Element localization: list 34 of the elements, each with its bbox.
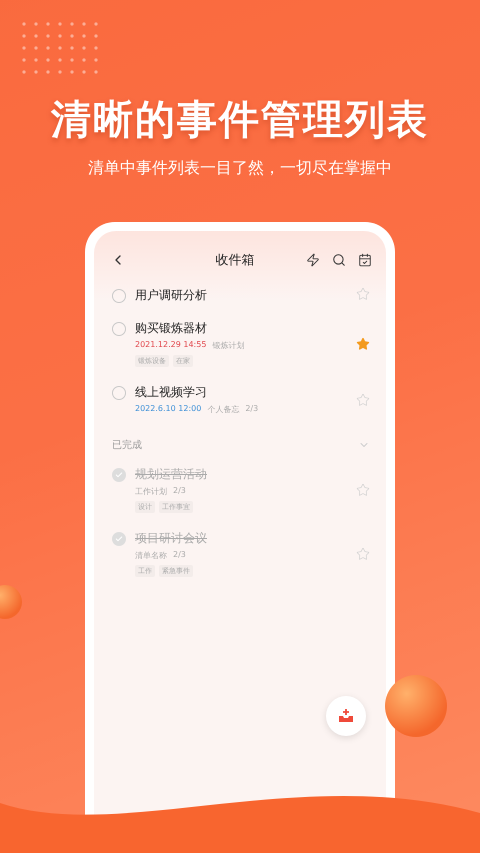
star-icon[interactable] (356, 482, 370, 496)
task-title: 规划运营活动 (135, 466, 208, 482)
checkbox[interactable] (112, 289, 126, 303)
star-icon[interactable] (356, 392, 370, 406)
checkbox[interactable] (112, 322, 126, 336)
lightning-icon[interactable] (306, 253, 320, 267)
star-icon[interactable] (356, 546, 370, 560)
search-icon[interactable] (332, 253, 346, 267)
subtask-count: 2/3 (245, 404, 258, 415)
screen-title: 收件箱 (214, 252, 256, 269)
task-date: 2021.12.29 14:55 (135, 340, 206, 351)
task-title: 线上视频学习 (135, 384, 208, 400)
task-list-name: 锻炼计划 (212, 340, 244, 351)
section-label: 已完成 (112, 438, 142, 452)
task-title: 项目研讨会议 (135, 530, 208, 546)
checkbox[interactable] (112, 386, 126, 400)
task-list-name: 工作计划 (135, 486, 167, 497)
check-icon (115, 535, 123, 543)
subtitle: 清单中事件列表一目了然，一切尽在掌握中 (88, 158, 392, 178)
task-title: 购买锻炼器材 (135, 320, 208, 336)
subtask-count: 2/3 (173, 550, 186, 561)
task-list-name: 个人备忘 (207, 404, 240, 415)
star-icon[interactable] (356, 287, 370, 301)
subtask-count: 2/3 (173, 486, 186, 497)
task-title: 用户调研分析 (135, 287, 208, 303)
tray-plus-icon (338, 708, 354, 724)
task-list-name: 清单名称 (135, 550, 167, 561)
check-icon (115, 471, 123, 479)
checkbox[interactable] (112, 532, 126, 546)
checkbox[interactable] (112, 468, 126, 482)
calendar-check-icon[interactable] (358, 253, 372, 267)
star-icon[interactable] (356, 336, 370, 350)
headline: 清晰的事件管理列表 (51, 96, 429, 144)
task-date: 2022.6.10 12:00 (135, 404, 202, 415)
